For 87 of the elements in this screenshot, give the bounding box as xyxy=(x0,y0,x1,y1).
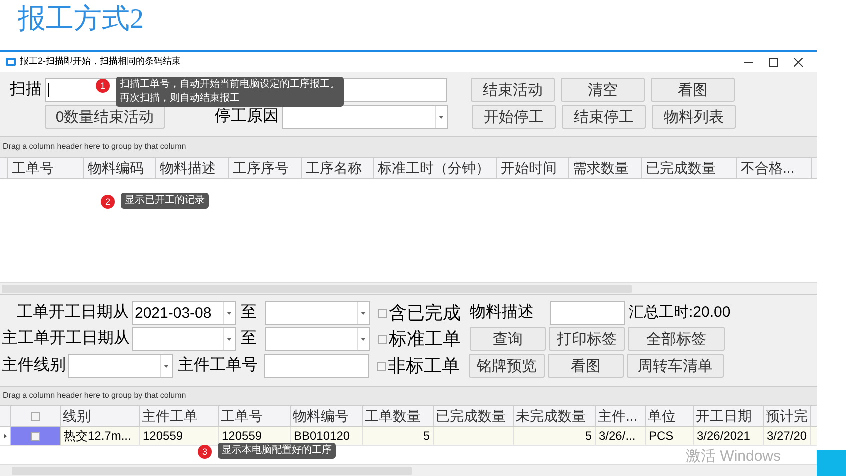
checkbox[interactable] xyxy=(377,362,386,370)
column-header[interactable]: 工单号 xyxy=(219,406,291,426)
table-cell: 3/26/... xyxy=(596,427,646,445)
button[interactable]: 0数量结束活动 xyxy=(45,105,165,129)
column-header[interactable]: 已完成数量 xyxy=(642,158,737,178)
column-header[interactable]: 主件工单 xyxy=(140,406,219,426)
scan-label: 扫描 xyxy=(9,80,43,100)
column-header[interactable]: 物料编号 xyxy=(291,406,363,426)
field-label: 至 xyxy=(241,329,258,349)
tooltip-text: 扫描工单号，自动开始当前电脑设定的工序报工。 xyxy=(120,78,340,92)
dropdown[interactable] xyxy=(282,105,448,129)
column-header[interactable]: 不合格... xyxy=(737,158,812,178)
date-picker[interactable]: 2021-03-08 xyxy=(132,301,236,325)
side-panel xyxy=(817,450,846,476)
column-header[interactable]: 需求数量 xyxy=(569,158,642,178)
column-header[interactable]: 工序名称 xyxy=(302,158,374,178)
total-hours: 汇总工时:20.00 xyxy=(629,302,731,323)
tooltip-text: 再次扫描，则自动结束报工 xyxy=(120,92,241,106)
button[interactable]: 看图 xyxy=(548,354,624,378)
tooltip-text: 显示本电脑配置好的工序 xyxy=(222,444,332,458)
text-cursor xyxy=(48,83,49,97)
button[interactable]: 结束活动 xyxy=(471,78,555,102)
checkbox-label: 含已完成 xyxy=(389,302,461,324)
main-order-field[interactable] xyxy=(264,354,369,378)
column-header[interactable]: 开始时间 xyxy=(497,158,569,178)
checkbox[interactable] xyxy=(31,432,40,440)
group-by-hint: Drag a column header here to group by that column xyxy=(0,137,817,157)
column-header[interactable]: 物料编码 xyxy=(84,158,156,178)
table-cell: 3/27/20 xyxy=(764,427,811,445)
table-cell: 3/26/2021 xyxy=(694,427,764,445)
field-label: 主件工单号 xyxy=(178,356,259,376)
activation-notice: 激活 Windows xyxy=(686,447,782,467)
dropdown-arrow-icon xyxy=(361,312,366,314)
button[interactable]: 查询 xyxy=(470,327,546,351)
field-label: 工单开工日期从 xyxy=(16,302,130,323)
column-header[interactable]: 单位 xyxy=(646,406,694,426)
button[interactable]: 清空 xyxy=(561,78,645,102)
page-title: 报工方式2 xyxy=(17,3,145,37)
checkbox[interactable] xyxy=(31,412,40,420)
field-label: 至 xyxy=(241,303,258,323)
button[interactable]: 看图 xyxy=(651,78,735,102)
column-header[interactable]: 已完成数量 xyxy=(434,406,514,426)
field-label: 物料描述 xyxy=(470,302,535,323)
material-description-field[interactable] xyxy=(550,301,625,325)
horizontal-scrollbar[interactable] xyxy=(0,282,817,294)
maximize-icon[interactable] xyxy=(769,58,778,66)
column-header[interactable]: 工单数量 xyxy=(363,406,434,426)
column-header[interactable]: 工单号 xyxy=(8,158,84,178)
button[interactable]: 物料列表 xyxy=(652,105,736,129)
stop-reason-label: 停工原因 xyxy=(215,107,280,127)
button[interactable]: 开始停工 xyxy=(472,105,556,129)
dropdown-arrow-icon xyxy=(361,338,366,340)
column-header[interactable]: 物料描述 xyxy=(156,158,229,178)
table-cell: PCS xyxy=(646,427,694,445)
field-label: 主件线别 xyxy=(1,356,67,376)
horizontal-scrollbar[interactable] xyxy=(0,464,817,476)
column-header[interactable]: 开工日期 xyxy=(694,406,764,426)
dropdown-arrow-icon xyxy=(164,364,169,368)
column-header[interactable]: 线别 xyxy=(61,406,140,426)
tooltip-text: 显示已开工的记录 xyxy=(125,194,205,208)
field-label: 主工单开工日期从 xyxy=(1,328,131,349)
dropdown-arrow-icon xyxy=(227,312,232,314)
table-cell: 热交12.7m... xyxy=(61,427,140,445)
checkbox[interactable] xyxy=(378,308,387,318)
column-header[interactable]: 主件... xyxy=(596,406,646,426)
button[interactable]: 打印标签 xyxy=(549,327,625,351)
window-icon xyxy=(6,58,16,66)
column-header[interactable]: 标准工时（分钟） xyxy=(374,158,497,178)
table-cell: 5 xyxy=(514,427,596,445)
column-header[interactable]: 预计完 xyxy=(764,406,811,426)
row-indicator-icon xyxy=(4,434,6,438)
button[interactable]: 全部标签 xyxy=(628,327,725,351)
checkbox-label: 非标工单 xyxy=(388,354,460,378)
button[interactable]: 结束停工 xyxy=(562,105,646,129)
button[interactable]: 铭牌预览 xyxy=(469,354,545,378)
column-header[interactable]: 工序序号 xyxy=(229,158,302,178)
group-by-hint: Drag a column header here to group by that column xyxy=(0,387,817,405)
dropdown-arrow-icon xyxy=(439,116,444,118)
table-cell: 5 xyxy=(363,427,434,445)
close-icon[interactable] xyxy=(794,58,803,66)
checkbox-label: 标准工单 xyxy=(389,328,461,350)
window-title: 报工2-扫描即开始，扫描相同的条码结束 xyxy=(20,55,182,68)
dropdown-arrow-icon xyxy=(227,338,232,340)
column-header[interactable]: 未完成数量 xyxy=(514,406,596,426)
table-row[interactable]: 热交12.7m... 120559 120559 BB010120 5 5 3/26/... PCS 3/26/2021 3/27/20 xyxy=(0,427,817,446)
checkbox[interactable] xyxy=(378,334,387,344)
button[interactable]: 周转车清单 xyxy=(627,354,724,378)
